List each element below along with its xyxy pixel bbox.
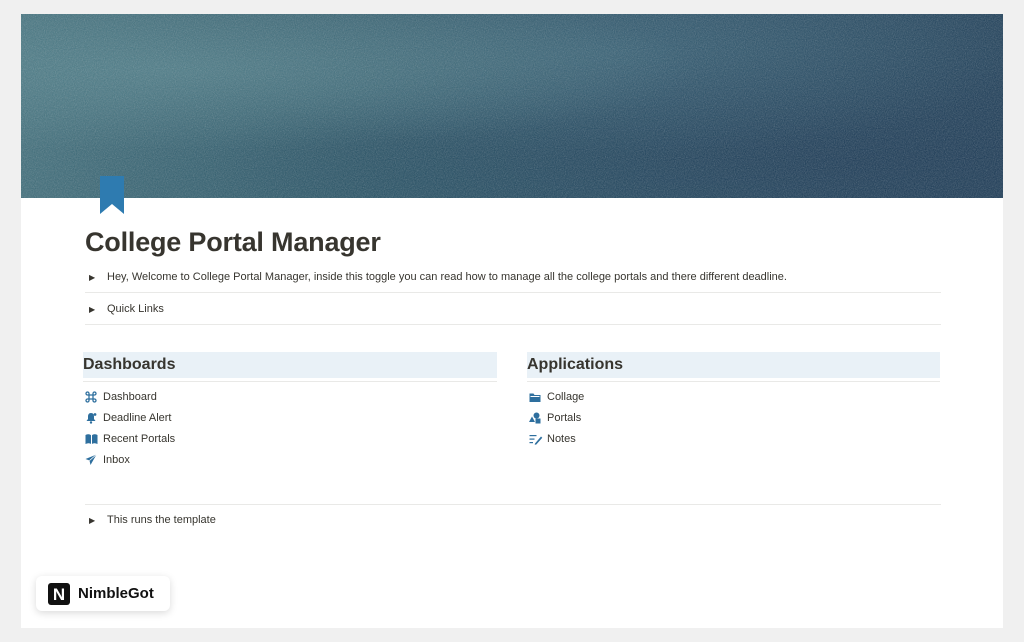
nimblegot-logo-icon: N bbox=[48, 582, 70, 605]
book-icon bbox=[85, 432, 103, 446]
note-edit-icon bbox=[529, 432, 547, 446]
toggle-arrow-icon[interactable]: ▶ bbox=[85, 516, 107, 525]
notion-page: College Portal Manager ▶ Hey, Welcome to… bbox=[21, 14, 1003, 628]
logo-letter: N bbox=[53, 585, 65, 604]
dashboards-heading-text: Dashboards bbox=[83, 356, 176, 373]
divider bbox=[85, 504, 941, 505]
template-toggle-text: This runs the template bbox=[107, 514, 216, 526]
divider bbox=[527, 381, 940, 382]
link-inbox[interactable]: Inbox bbox=[85, 450, 130, 470]
divider bbox=[83, 381, 497, 382]
cover-texture bbox=[21, 14, 1003, 198]
link-portals[interactable]: Portals bbox=[529, 408, 581, 428]
link-label: Collage bbox=[547, 391, 585, 403]
applications-heading-text: Applications bbox=[527, 356, 624, 373]
welcome-toggle[interactable]: ▶ Hey, Welcome to College Portal Manager… bbox=[85, 265, 787, 289]
link-label: Dashboard bbox=[103, 391, 157, 403]
link-label: Portals bbox=[547, 412, 582, 424]
page-title: College Portal Manager bbox=[85, 227, 381, 257]
link-recent-portals[interactable]: Recent Portals bbox=[85, 429, 175, 449]
shapes-icon bbox=[529, 411, 547, 425]
cover-image[interactable] bbox=[21, 14, 1003, 198]
paper-plane-icon bbox=[85, 453, 103, 467]
bookmark-icon[interactable] bbox=[97, 176, 127, 216]
toggle-arrow-icon[interactable]: ▶ bbox=[85, 273, 107, 282]
nimblegot-badge[interactable]: N NimbleGot bbox=[36, 576, 170, 611]
toggle-arrow-icon[interactable]: ▶ bbox=[85, 305, 107, 314]
template-toggle[interactable]: ▶ This runs the template bbox=[85, 508, 216, 532]
link-label: Notes bbox=[547, 433, 576, 445]
link-notes[interactable]: Notes bbox=[529, 429, 576, 449]
command-icon bbox=[85, 390, 103, 404]
quick-links-text: Quick Links bbox=[107, 303, 164, 315]
link-collage[interactable]: Collage bbox=[529, 387, 584, 407]
welcome-toggle-text: Hey, Welcome to College Portal Manager, … bbox=[107, 271, 787, 283]
link-dashboard[interactable]: Dashboard bbox=[85, 387, 157, 407]
bell-icon bbox=[85, 411, 103, 425]
dashboards-heading: Dashboards bbox=[83, 352, 497, 378]
divider bbox=[85, 324, 941, 325]
link-label: Inbox bbox=[103, 454, 130, 466]
link-label: Deadline Alert bbox=[103, 412, 172, 424]
divider bbox=[85, 292, 941, 293]
link-label: Recent Portals bbox=[103, 433, 176, 445]
badge-label: NimbleGot bbox=[78, 585, 154, 602]
folder-icon bbox=[529, 390, 547, 404]
link-deadline-alert[interactable]: Deadline Alert bbox=[85, 408, 172, 428]
applications-heading: Applications bbox=[527, 352, 940, 378]
quick-links-toggle[interactable]: ▶ Quick Links bbox=[85, 297, 164, 321]
